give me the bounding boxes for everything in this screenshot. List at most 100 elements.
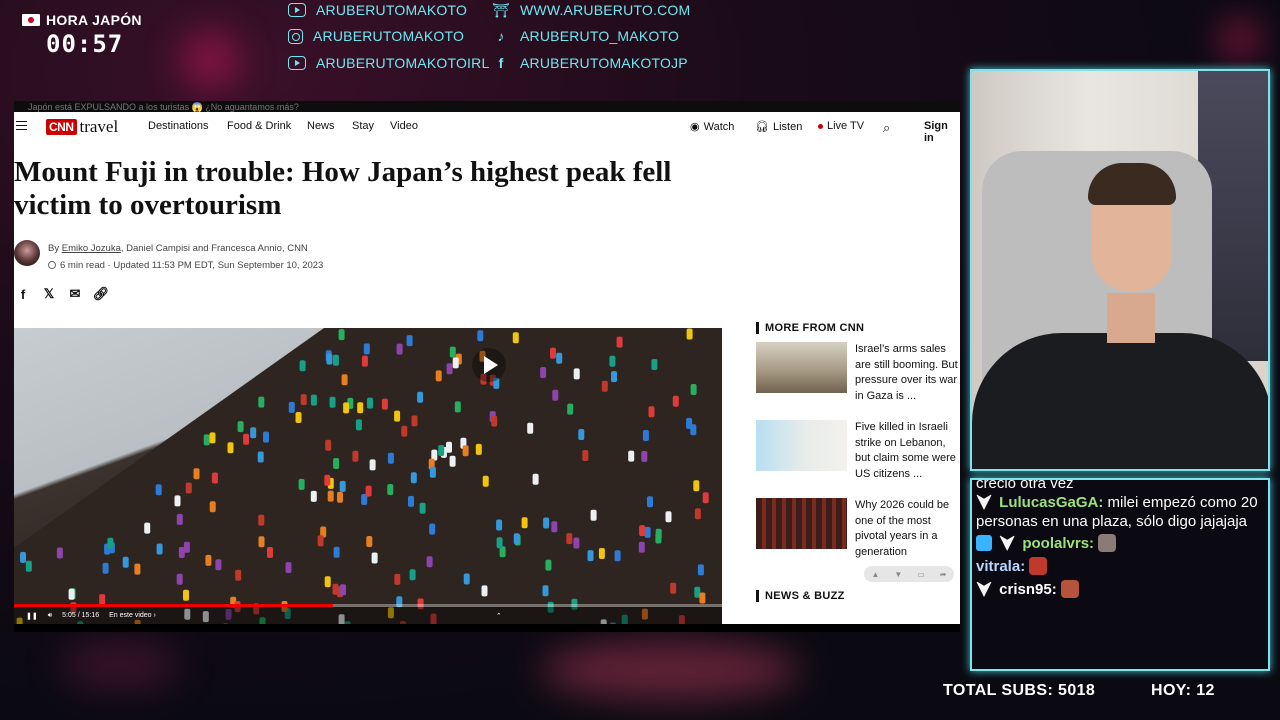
- nav-video[interactable]: Video: [390, 120, 418, 132]
- hiker-figure: [329, 396, 336, 408]
- hiker-figure: [578, 429, 585, 440]
- story-thumbnail: [756, 420, 847, 471]
- hiker-figure: [521, 517, 528, 529]
- hiker-figure: [174, 495, 181, 507]
- hiker-figure: [155, 484, 162, 496]
- logo-word: travel: [79, 117, 119, 136]
- live-dot-icon: [818, 123, 823, 129]
- hiker-figure: [545, 559, 552, 571]
- story-thumbnail: [756, 498, 847, 549]
- in-video-link[interactable]: En este video ›: [109, 612, 156, 619]
- hiker-figure: [381, 398, 388, 410]
- hiker-figure: [551, 521, 558, 533]
- hiker-figure: [237, 421, 244, 433]
- hiker-figure: [409, 569, 416, 581]
- social-facebook: f ARUBERUTOMAKOTOJP: [492, 55, 688, 71]
- hiker-figure: [333, 458, 340, 469]
- hiker-figure: [107, 537, 114, 549]
- hiker-figure: [367, 397, 373, 409]
- email-share-icon[interactable]: ✉: [68, 286, 82, 301]
- youtube-icon: [288, 3, 306, 17]
- hiker-figure: [263, 431, 269, 443]
- live-tv-link[interactable]: Live TV: [818, 120, 864, 132]
- total-subs: TOTAL SUBS: 5018: [943, 682, 1096, 699]
- updated-date: · Updated 11:53 PM EDT, Sun September 10…: [107, 260, 324, 271]
- hiker-figure: [573, 537, 580, 549]
- x-share-icon[interactable]: 𝕏: [42, 286, 56, 301]
- hiker-figure: [363, 343, 370, 355]
- streamer-hair: [1088, 163, 1176, 205]
- search-icon[interactable]: ⌕: [883, 120, 890, 136]
- hiker-figure: [327, 490, 334, 502]
- story-item[interactable]: Five killed in Israeli strike on Lebanon…: [756, 420, 960, 482]
- hiker-figure: [387, 452, 394, 464]
- hiker-figure: [550, 347, 556, 359]
- nav-stay[interactable]: Stay: [352, 120, 374, 132]
- author-link[interactable]: Emiko Jozuka: [62, 243, 121, 254]
- thumbs-down-icon[interactable]: ▼: [894, 570, 902, 579]
- story-title: Israel’s arms sales are still booming. B…: [855, 343, 958, 402]
- hiker-figure: [243, 433, 250, 445]
- hiker-figure: [235, 569, 242, 581]
- chevron-up-icon[interactable]: ⌃: [496, 612, 502, 620]
- hiker-figure: [122, 556, 129, 568]
- clock-label: HORA JAPÓN: [46, 12, 142, 28]
- cnn-travel-logo[interactable]: CNN travel: [46, 117, 118, 137]
- menu-icon[interactable]: [16, 121, 27, 130]
- hiker-figure: [357, 402, 364, 414]
- sign-in-link[interactable]: Sign in: [924, 120, 960, 144]
- nav-food-drink[interactable]: Food & Drink: [227, 120, 291, 132]
- hiker-figure: [394, 410, 401, 422]
- hiker-figure: [338, 329, 345, 341]
- hiker-figure: [211, 472, 218, 484]
- chat-username[interactable]: crisn95:: [999, 581, 1057, 598]
- social-links: ARUBERUTOMAKOTO ARUBERUTOMAKOTO ARUBERUT…: [288, 0, 708, 80]
- youtube-icon: [288, 56, 306, 70]
- chat-message: crisn95:: [976, 580, 1264, 599]
- clock-time: 00:57: [46, 30, 124, 58]
- chat-username[interactable]: vitrala:: [976, 558, 1025, 575]
- link-share-icon[interactable]: 🔗︎: [93, 286, 110, 301]
- play-button[interactable]: [472, 348, 506, 382]
- hiker-figure: [527, 422, 534, 434]
- video-player[interactable]: ❚❚ 🔊︎ 5:05 / 15:16 En este video › ⌃: [14, 328, 722, 624]
- hiker-figure: [567, 403, 574, 415]
- hiker-figure: [183, 541, 190, 553]
- live-tv-label: Live TV: [827, 120, 865, 132]
- facebook-share-icon[interactable]: f: [16, 287, 30, 302]
- hiker-figure: [496, 519, 503, 531]
- hiker-figure: [477, 330, 484, 342]
- hiker-figure: [452, 357, 459, 369]
- hiker-figure: [340, 584, 346, 596]
- watch-link[interactable]: ◉ Watch: [690, 120, 734, 134]
- hiker-figure: [396, 343, 403, 355]
- hiker-figure: [686, 417, 693, 429]
- chat-username[interactable]: LulucasGaGA:: [999, 494, 1103, 511]
- comment-icon[interactable]: ▭: [917, 570, 925, 579]
- story-item[interactable]: Israel’s arms sales are still booming. B…: [756, 342, 960, 404]
- torii-gate-icon: ⛩: [492, 1, 510, 18]
- hiker-figure: [513, 533, 520, 545]
- social-handle: ARUBERUTOMAKOTO: [313, 28, 465, 44]
- hiker-figure: [573, 368, 580, 380]
- listen-link[interactable]: 🎧︎ Listen: [755, 120, 802, 134]
- nav-news[interactable]: News: [307, 120, 335, 132]
- hiker-figure: [355, 419, 362, 431]
- social-handle: ARUBERUTO_MAKOTO: [520, 28, 680, 44]
- volume-icon[interactable]: 🔊︎: [48, 612, 52, 620]
- chat-partial-line: creció otra vez: [976, 478, 1074, 492]
- hiker-figure: [647, 496, 653, 508]
- chat-username[interactable]: poolalvrs:: [1022, 535, 1094, 552]
- fox-mask-badge-icon: [999, 535, 1016, 551]
- pause-icon[interactable]: ❚❚: [26, 612, 38, 620]
- hiker-figure: [697, 564, 704, 576]
- story-item[interactable]: Why 2026 could be one of the most pivota…: [756, 498, 960, 560]
- hiker-figure: [566, 533, 573, 545]
- headphones-icon: 🎧︎: [755, 121, 769, 133]
- nav-destinations[interactable]: Destinations: [148, 120, 209, 132]
- chat-message: vitrala:: [976, 557, 1264, 576]
- thumbs-up-icon[interactable]: ▲: [871, 570, 879, 579]
- share-arrow-icon[interactable]: ➦: [940, 570, 947, 579]
- hiker-figure: [609, 355, 616, 367]
- social-handle: WWW.ARUBERUTO.COM: [520, 2, 691, 18]
